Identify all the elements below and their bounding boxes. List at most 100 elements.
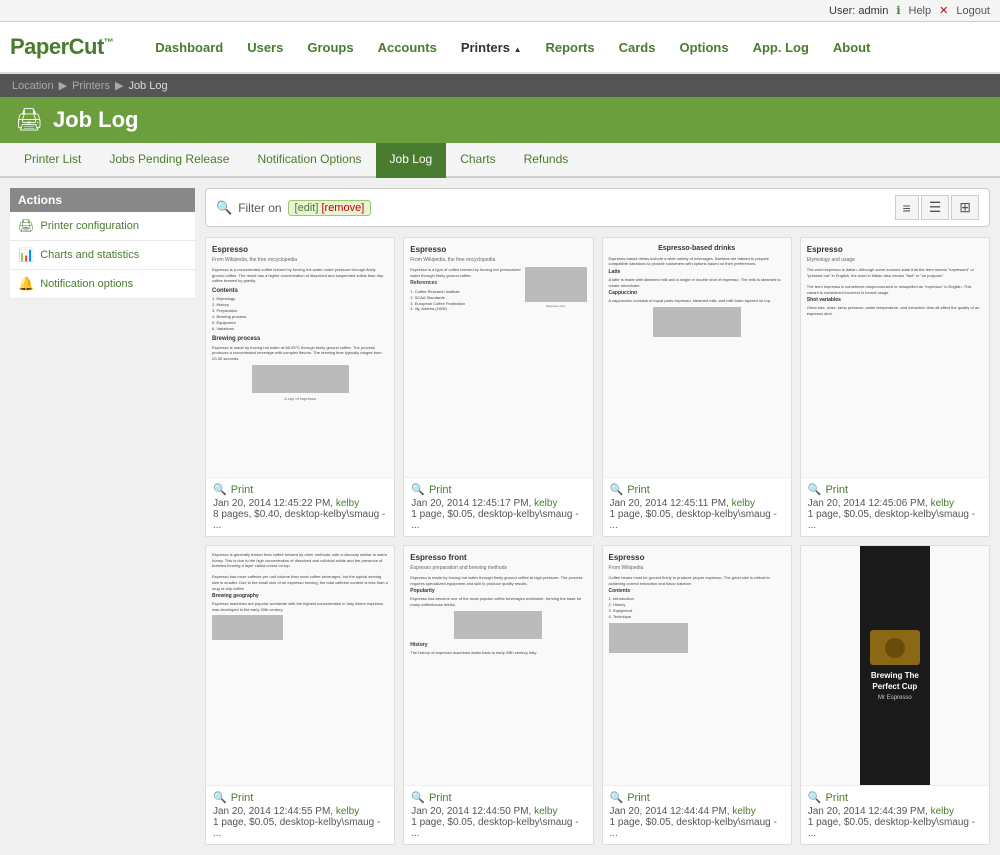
print-icon-3: 🔍 [808,483,822,496]
sub-nav-item-notification-options[interactable]: Notification Options [243,143,375,178]
thumb-card-2[interactable]: Espresso-based drinks Espresso-based dri… [602,237,792,537]
sidebar-item-label: Charts and statistics [40,249,139,261]
thumb-preview-6: Espresso From Wikipedia Coffee beans mus… [603,546,791,786]
nav-item-accounts[interactable]: Accounts [366,32,449,63]
print-icon-7: 🔍 [808,791,822,804]
thumb-print-label-1[interactable]: Print [429,484,452,496]
thumb-date-1: Jan 20, 2014 12:45:17 PM, kelby [411,498,585,509]
breadcrumb-sep-2: ▶ [115,79,123,92]
thumb-print-label-2[interactable]: Print [627,484,650,496]
thumb-card-7[interactable]: Brewing ThePerfect Cup Mr Espresso 🔍 Pri… [800,545,990,845]
thumb-user-5[interactable]: kelby [534,806,557,817]
thumb-user-3[interactable]: kelby [931,498,954,509]
header: PaperCut™ DashboardUsersGroupsAccountsPr… [0,22,1000,74]
sidebar-title: Actions [10,188,195,212]
breadcrumb-printers[interactable]: Printers [72,80,110,92]
info-icon: ℹ [896,4,900,17]
thumb-date-5: Jan 20, 2014 12:44:50 PM, kelby [411,806,585,817]
nav-item-users[interactable]: Users [235,32,295,63]
breadcrumb: Location ▶ Printers ▶ Job Log [0,74,1000,97]
nav-item-options[interactable]: Options [667,32,740,63]
nav-item-about[interactable]: About [821,32,883,63]
thumb-user-1[interactable]: kelby [534,498,557,509]
thumb-print-label-7[interactable]: Print [825,792,848,804]
thumb-print-row-5: 🔍 Print [411,791,585,804]
sub-nav-item-jobs-pending-release[interactable]: Jobs Pending Release [95,143,243,178]
help-link[interactable]: Help [909,5,932,17]
sub-nav-item-printer-list[interactable]: Printer List [10,143,95,178]
thumb-date-2: Jan 20, 2014 12:45:11 PM, kelby [610,498,784,509]
thumb-date-6: Jan 20, 2014 12:44:44 PM, kelby [610,806,784,817]
sidebar-icon: 🖨 [18,218,35,234]
logout-link[interactable]: Logout [956,5,990,17]
nav-item-dashboard[interactable]: Dashboard [143,32,235,63]
thumb-date-0: Jan 20, 2014 12:45:22 PM, kelby [213,498,387,509]
thumb-print-row-0: 🔍 Print [213,483,387,496]
search-icon: 🔍 [216,200,232,216]
thumb-card-3[interactable]: Espresso Etymology and usage The word es… [800,237,990,537]
thumb-print-row-7: 🔍 Print [808,791,982,804]
filter-edit-link[interactable]: [edit] [295,202,319,214]
thumb-print-row-3: 🔍 Print [808,483,982,496]
thumb-info-4: 🔍 Print Jan 20, 2014 12:44:55 PM, kelby … [206,786,394,844]
sidebar-item-notification-options[interactable]: 🔔Notification options [10,270,195,299]
sidebar-item-printer-configuration[interactable]: 🖨Printer configuration [10,212,195,241]
sidebar-items: 🖨Printer configuration 📊 Charts and statis… [10,212,195,299]
nav-item-cards[interactable]: Cards [607,32,668,63]
thumb-card-5[interactable]: Espresso front Espresso preparation and … [403,545,593,845]
breadcrumb-current: Job Log [128,80,167,92]
thumb-preview-0: Espresso From Wikipedia, the free encycl… [206,238,394,478]
thumb-print-label-6[interactable]: Print [627,792,650,804]
thumb-print-label-5[interactable]: Print [429,792,452,804]
thumb-preview-7: Brewing ThePerfect Cup Mr Espresso [801,546,989,786]
thumb-print-label-3[interactable]: Print [825,484,848,496]
thumb-print-label-0[interactable]: Print [231,484,254,496]
sidebar-icon: 📊 [18,247,34,263]
thumb-print-label-4[interactable]: Print [231,792,254,804]
thumb-user-2[interactable]: kelby [732,498,755,509]
thumb-print-row-2: 🔍 Print [610,483,784,496]
sub-nav-item-refunds[interactable]: Refunds [510,143,583,178]
view-grid-button[interactable]: ⊞ [951,195,979,220]
nav-item-printers[interactable]: Printers ▲ [449,32,534,63]
filter-bar: 🔍 Filter on [edit] [remove] ≡ ☰ ⊞ [205,188,990,227]
nav-item-reports[interactable]: Reports [533,32,606,63]
view-list-button[interactable]: ≡ [895,195,919,220]
thumb-info-0: 🔍 Print Jan 20, 2014 12:45:22 PM, kelby … [206,478,394,536]
sub-nav-item-job-log[interactable]: Job Log [376,143,447,178]
view-detail-button[interactable]: ☰ [921,195,950,220]
thumb-date-3: Jan 20, 2014 12:45:06 PM, kelby [808,498,982,509]
thumb-card-4[interactable]: Espresso is generally thicker than coffe… [205,545,395,845]
thumb-card-6[interactable]: Espresso From Wikipedia Coffee beans mus… [602,545,792,845]
view-toggle: ≡ ☰ ⊞ [895,195,979,220]
sub-nav: Printer ListJobs Pending ReleaseNotifica… [0,143,1000,178]
thumb-info-5: 🔍 Print Jan 20, 2014 12:44:50 PM, kelby … [404,786,592,844]
print-icon-5: 🔍 [411,791,425,804]
logo: PaperCut™ [10,34,113,60]
logo-tm: ™ [104,38,114,49]
thumb-preview-3: Espresso Etymology and usage The word es… [801,238,989,478]
close-icon: ✕ [939,4,948,17]
thumb-user-6[interactable]: kelby [732,806,755,817]
thumb-print-row-1: 🔍 Print [411,483,585,496]
sidebar-item-charts-and-statistics[interactable]: 📊 Charts and statistics [10,241,195,270]
printer-icon: 🖨 [15,107,43,133]
main-content: 🔍 Filter on [edit] [remove] ≡ ☰ ⊞ Espres… [205,188,990,845]
thumb-preview-2: Espresso-based drinks Espresso-based dri… [603,238,791,478]
thumb-card-1[interactable]: Espresso From Wikipedia, the free encycl… [403,237,593,537]
thumb-user-0[interactable]: kelby [336,498,359,509]
thumb-user-7[interactable]: kelby [931,806,954,817]
breadcrumb-location[interactable]: Location [12,80,54,92]
thumb-print-row-6: 🔍 Print [610,791,784,804]
nav-item-app.-log[interactable]: App. Log [741,32,821,63]
thumb-preview-4: Espresso is generally thicker than coffe… [206,546,394,786]
filter-label: Filter on [238,201,281,215]
thumb-meta-4: 1 page, $0.05, desktop-kelby\smaug - ... [213,817,387,839]
content: Actions 🖨Printer configuration 📊 Charts an… [0,178,1000,855]
thumb-user-4[interactable]: kelby [336,806,359,817]
thumbnail-grid: Espresso From Wikipedia, the free encycl… [205,237,990,845]
thumb-card-0[interactable]: Espresso From Wikipedia, the free encycl… [205,237,395,537]
sub-nav-item-charts[interactable]: Charts [446,143,509,178]
filter-remove-link[interactable]: [remove] [321,202,364,214]
nav-item-groups[interactable]: Groups [295,32,365,63]
